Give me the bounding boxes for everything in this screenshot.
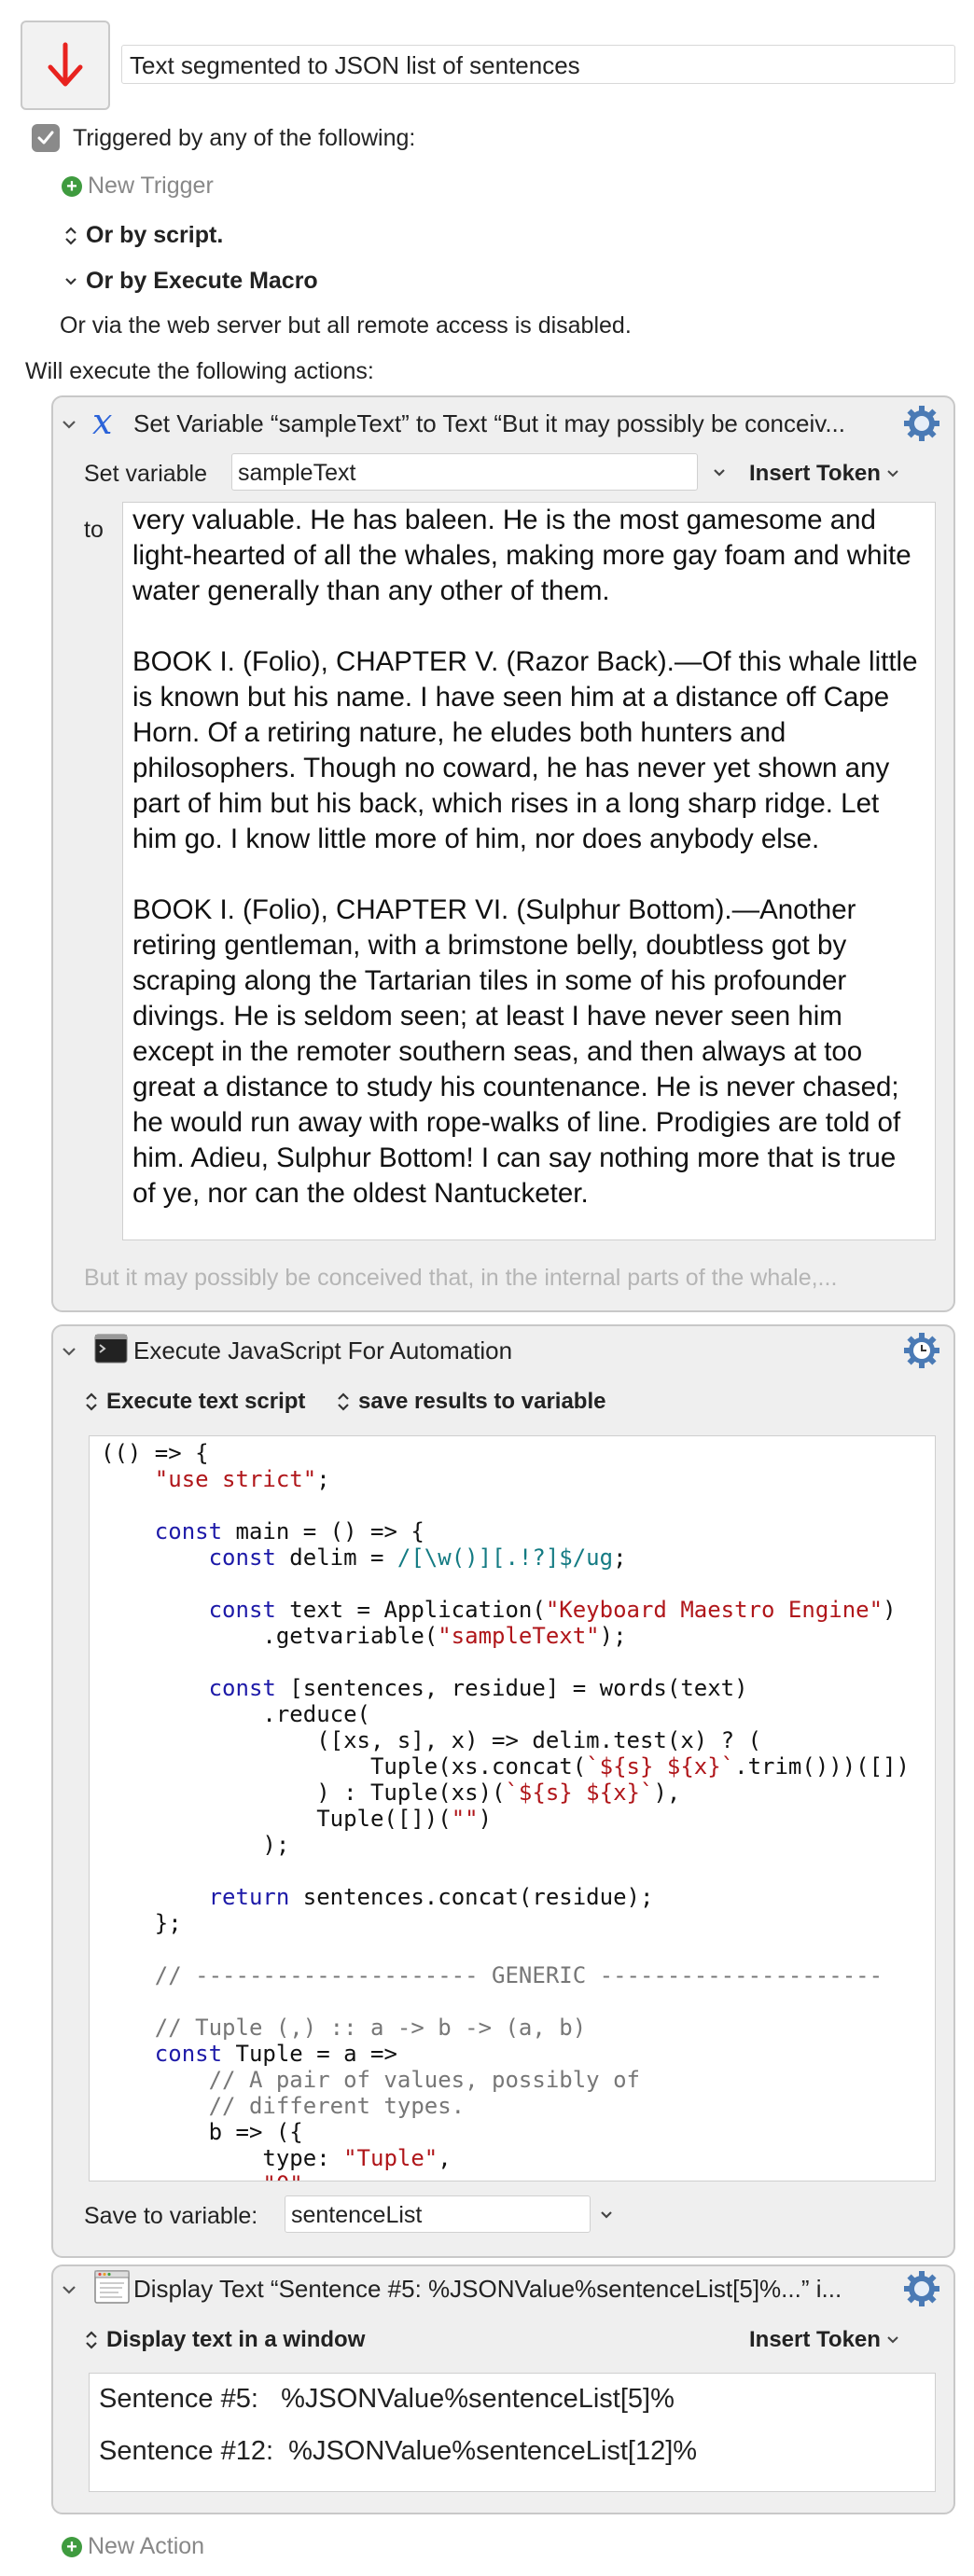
- text-preview: But it may possibly be conceived that, i…: [84, 1265, 838, 1291]
- code-line: // Tuple (,) :: a -> b -> (a, b): [154, 2015, 587, 2041]
- display-text-line-1: Sentence #5: %JSONValue%sentenceList[5]%: [99, 2384, 675, 2414]
- collapse-chevron-icon[interactable]: [61, 1343, 77, 1360]
- updown-chevron-icon: [338, 1392, 349, 1411]
- save-to-variable-field[interactable]: sentenceList: [285, 2195, 591, 2233]
- macro-name-field[interactable]: Text segmented to JSON list of sentences: [121, 45, 955, 84]
- chevron-down-icon[interactable]: [712, 466, 727, 479]
- window-icon: [94, 2270, 130, 2304]
- or-by-execute-macro-label: Or by Execute Macro: [86, 268, 318, 294]
- checkmark-icon: [37, 131, 54, 145]
- code-line: type: "Tuple",: [101, 2145, 452, 2171]
- execute-mode-label: Execute text script: [106, 1389, 306, 1414]
- new-action-button[interactable]: + New Action: [62, 2533, 204, 2560]
- code-line: const main = () => {: [154, 1518, 424, 1544]
- code-line: ([xs, s], x) => delim.test(x) ? (: [101, 1727, 762, 1753]
- execute-mode-popup[interactable]: Execute text script: [84, 1389, 305, 1415]
- updown-chevron-icon: [65, 226, 77, 245]
- macro-icon-button[interactable]: [21, 21, 110, 110]
- script-editor[interactable]: (() => { "use strict"; const main = () =…: [89, 1435, 936, 2181]
- script-code: (() => { "use strict"; const main = () =…: [90, 1436, 935, 2181]
- code-line: b => ({: [101, 2119, 303, 2145]
- code-line: return sentences.concat(residue);: [208, 1884, 654, 1910]
- or-by-execute-macro-toggle[interactable]: Or by Execute Macro: [63, 268, 318, 295]
- updown-chevron-icon: [86, 1392, 97, 1411]
- insert-token-button[interactable]: Insert Token: [749, 461, 899, 487]
- code-line: "0": [101, 2171, 924, 2181]
- display-text-line-2: Sentence #12: %JSONValue%sentenceList[12…: [99, 2436, 698, 2466]
- code-line: ) : Tuple(xs)(`${s} ${x}`),: [101, 1780, 681, 1806]
- insert-token-button[interactable]: Insert Token: [749, 2327, 899, 2353]
- set-variable-label: Set variable: [84, 461, 208, 487]
- or-by-script-toggle[interactable]: Or by script.: [63, 222, 223, 249]
- text-value-area[interactable]: very valuable. He has baleen. He is the …: [122, 502, 936, 1240]
- collapse-chevron-icon[interactable]: [61, 2281, 77, 2298]
- or-by-script-label: Or by script.: [86, 222, 224, 248]
- collapse-chevron-icon[interactable]: [61, 416, 77, 433]
- web-server-note: Or via the web server but all remote acc…: [60, 312, 632, 339]
- chevron-down-icon[interactable]: [599, 2209, 614, 2222]
- set-variable-action[interactable]: 𝑥 Set Variable “sampleText” to Text “But…: [51, 395, 955, 1312]
- code-line: (() => {: [101, 1440, 209, 1466]
- code-line: // A pair of values, possibly of: [208, 2067, 640, 2093]
- variable-x-icon: 𝑥: [92, 401, 113, 442]
- triggered-by-label: Triggered by any of the following:: [73, 124, 416, 151]
- chevron-down-icon: [887, 470, 898, 478]
- plus-icon: +: [62, 2536, 82, 2557]
- code-line: Tuple(xs.concat(`${s} ${x}`.trim()))([]): [101, 1753, 910, 1780]
- plus-icon: +: [62, 175, 82, 197]
- chevron-down-icon: [65, 277, 77, 285]
- code-line: .reduce(: [101, 1701, 370, 1727]
- chevron-down-icon: [887, 2336, 898, 2344]
- will-execute-label: Will execute the following actions:: [25, 358, 374, 384]
- variable-name-field[interactable]: sampleText: [231, 453, 698, 491]
- code-line: const text = Application("Keyboard Maest…: [208, 1597, 897, 1623]
- execute-javascript-action[interactable]: Execute JavaScript For Automation Execut…: [51, 1324, 955, 2258]
- triggered-by-checkbox[interactable]: [32, 124, 60, 152]
- save-to-variable-label: Save to variable:: [84, 2203, 258, 2229]
- gear-clock-icon[interactable]: [903, 1332, 940, 1369]
- display-mode-popup[interactable]: Display text in a window: [84, 2327, 365, 2353]
- new-trigger-label: New Trigger: [88, 173, 214, 199]
- to-label: to: [84, 517, 104, 543]
- new-action-label: New Action: [88, 2533, 205, 2559]
- text-value: very valuable. He has baleen. He is the …: [132, 505, 918, 1209]
- display-text-action[interactable]: Display Text “Sentence #5: %JSONValue%se…: [51, 2264, 955, 2514]
- display-text-area[interactable]: Sentence #5: %JSONValue%sentenceList[5]%…: [89, 2373, 936, 2492]
- down-arrow-icon: [48, 42, 83, 87]
- code-line: // --------------------- GENERIC -------…: [154, 1962, 884, 1988]
- new-trigger-button[interactable]: + New Trigger: [62, 173, 214, 200]
- code-line: const delim = /[\w()][.!?]$/ug;: [208, 1544, 627, 1571]
- code-line: // different types.: [208, 2093, 466, 2119]
- code-line: const [sentences, residue] = words(text): [208, 1675, 748, 1701]
- triggered-by-row[interactable]: Triggered by any of the following:: [32, 124, 415, 152]
- result-mode-label: save results to variable: [358, 1389, 606, 1414]
- set-variable-title: Set Variable “sampleText” to Text “But i…: [133, 409, 845, 437]
- display-text-title: Display Text “Sentence #5: %JSONValue%se…: [133, 2275, 842, 2303]
- execute-javascript-title: Execute JavaScript For Automation: [133, 1336, 513, 1364]
- gear-icon[interactable]: [903, 2270, 940, 2307]
- code-line: "use strict";: [154, 1466, 330, 1492]
- code-line: Tuple([])(""): [101, 1806, 493, 1832]
- gear-icon[interactable]: [903, 405, 940, 442]
- code-line: };: [101, 1910, 182, 1936]
- insert-token-label: Insert Token: [749, 461, 881, 486]
- updown-chevron-icon: [86, 2331, 97, 2349]
- code-line: .getvariable("sampleText");: [101, 1623, 627, 1649]
- result-mode-popup[interactable]: save results to variable: [336, 1389, 605, 1415]
- code-line: );: [101, 1832, 290, 1858]
- insert-token-label: Insert Token: [749, 2327, 881, 2352]
- terminal-icon: [94, 1334, 128, 1364]
- code-line: const Tuple = a =>: [154, 2041, 397, 2067]
- display-mode-label: Display text in a window: [106, 2327, 366, 2352]
